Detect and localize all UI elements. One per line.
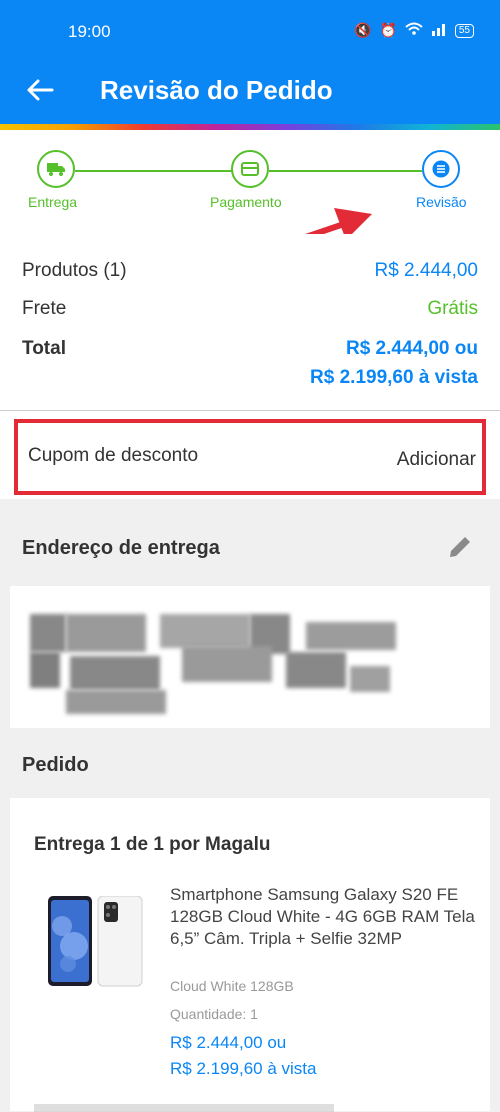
redacted-block <box>66 690 166 714</box>
product-name[interactable]: Smartphone Samsung Galaxy S20 FE 128GB C… <box>170 884 480 950</box>
pencil-icon[interactable] <box>446 533 474 561</box>
step-payment[interactable] <box>231 150 269 188</box>
product-price: R$ 2.444,00 ou R$ 2.199,60 à vista <box>170 1030 316 1082</box>
shipping-value: Grátis <box>427 298 478 319</box>
redacted-block <box>306 622 396 650</box>
order-summary: Produtos (1) R$ 2.444,00 Frete Grátis To… <box>0 234 500 411</box>
products-row: Produtos (1) R$ 2.444,00 <box>22 260 478 282</box>
total-label: Total <box>22 338 66 359</box>
step-label-delivery: Entrega <box>28 194 78 210</box>
product-quantity: Quantidade: 1 <box>170 1006 258 1022</box>
back-arrow-icon[interactable] <box>24 74 56 106</box>
coupon-add-button[interactable]: Adicionar <box>397 449 476 471</box>
total-row: Total R$ 2.444,00 ou R$ 2.199,60 à vista <box>22 338 478 388</box>
truck-icon <box>47 163 65 176</box>
redacted-block <box>182 646 272 682</box>
shipping-label: Frete <box>22 298 67 319</box>
shipping-row: Frete Grátis <box>22 298 478 320</box>
step-label-review: Revisão <box>416 194 467 210</box>
step-connector <box>75 170 233 172</box>
products-label: Produtos (1) <box>22 260 127 281</box>
list-icon <box>432 160 450 178</box>
product-variant: Cloud White 128GB <box>170 978 294 994</box>
step-review[interactable] <box>422 150 460 188</box>
redacted-block <box>160 614 250 648</box>
products-value: R$ 2.444,00 <box>374 260 478 281</box>
redacted-block <box>70 656 160 690</box>
signal-icon <box>431 22 447 39</box>
redacted-block <box>30 652 60 688</box>
step-delivery[interactable] <box>37 150 75 188</box>
status-bar: 19:00 🔇 ⏰ 55 <box>0 0 500 62</box>
redacted-block <box>350 666 390 692</box>
coupon-highlight-box: Cupom de desconto Adicionar <box>14 419 486 495</box>
page-title: Revisão do Pedido <box>100 75 333 105</box>
product-price-cash: R$ 2.199,60 à vista <box>170 1059 317 1078</box>
address-title: Endereço de entrega <box>22 537 220 559</box>
address-card <box>10 586 490 728</box>
card-icon <box>241 162 259 176</box>
redacted-block <box>286 652 346 688</box>
order-title: Pedido <box>22 754 89 776</box>
product-thumbnail[interactable] <box>46 896 146 988</box>
status-icons: 🔇 ⏰ 55 <box>354 22 474 39</box>
order-card: Entrega 1 de 1 por Magalu Smartphone Sam… <box>10 798 490 1112</box>
mute-icon: 🔇 <box>354 22 372 38</box>
wifi-icon <box>405 22 423 39</box>
coupon-section[interactable]: Cupom de desconto Adicionar <box>0 411 500 499</box>
step-connector <box>269 170 422 172</box>
coupon-label: Cupom de desconto <box>28 445 199 466</box>
delivery-title: Entrega 1 de 1 por Magalu <box>34 834 271 855</box>
redacted-block <box>66 614 146 652</box>
status-time: 19:00 <box>68 22 111 41</box>
redacted-block <box>30 614 66 652</box>
product-price-installment: R$ 2.444,00 ou <box>170 1033 287 1052</box>
total-value: R$ 2.444,00 ou R$ 2.199,60 à vista <box>310 338 478 396</box>
alarm-icon: ⏰ <box>379 22 397 38</box>
total-value-installment: R$ 2.444,00 ou <box>345 338 478 359</box>
total-value-cash: R$ 2.199,60 à vista <box>310 367 478 388</box>
app-bar: Revisão do Pedido <box>0 62 500 124</box>
battery-icon: 55 <box>454 23 474 38</box>
